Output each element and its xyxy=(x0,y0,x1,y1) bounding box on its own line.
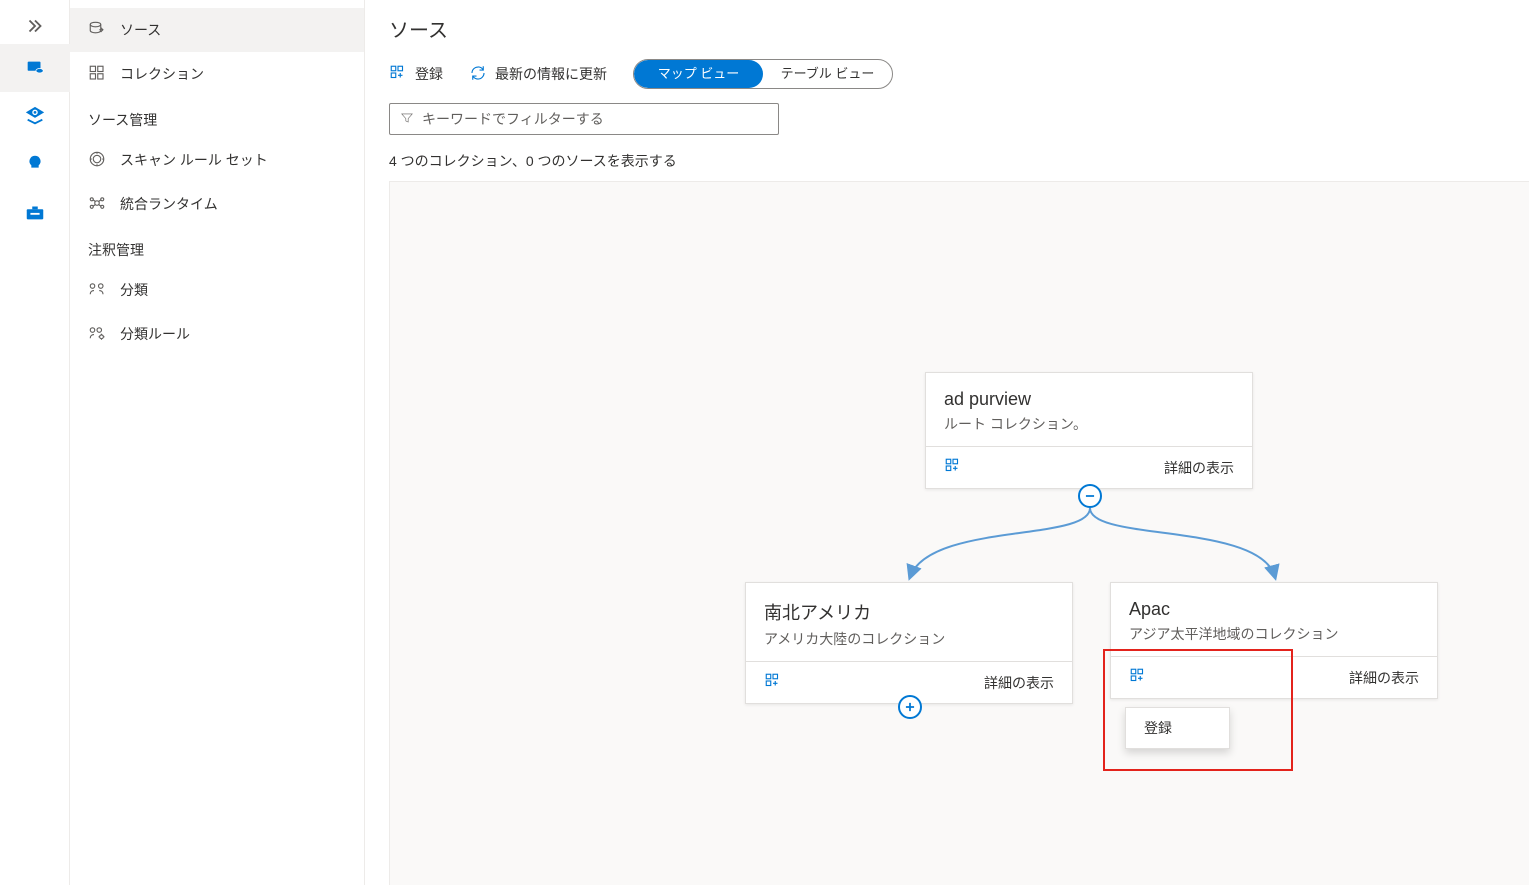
expand-node-button[interactable] xyxy=(898,695,922,719)
runtime-icon xyxy=(88,194,106,215)
collections-icon xyxy=(88,64,106,85)
target-icon xyxy=(88,150,106,171)
sidebar-item-label: 統合ランタイム xyxy=(120,194,218,214)
page-title: ソース xyxy=(389,14,1505,43)
sidebar-item-classification[interactable]: 分類 xyxy=(70,268,364,312)
node-title: Apac xyxy=(1129,599,1419,620)
table-view-toggle[interactable]: テーブル ビュー xyxy=(763,60,892,88)
sidebar-item-sources[interactable]: ソース xyxy=(70,8,364,52)
popup-label: 登録 xyxy=(1144,720,1172,736)
button-label: 登録 xyxy=(415,64,443,84)
classification-rules-icon xyxy=(88,324,106,345)
sidebar: ソース コレクション ソース管理 スキャン ルール セット 統合ランタイム 注釈… xyxy=(70,0,365,885)
classification-icon xyxy=(88,280,106,301)
collection-node-americas[interactable]: 南北アメリカ アメリカ大陸のコレクション 詳細の表示 xyxy=(745,582,1073,704)
node-subtitle: アメリカ大陸のコレクション xyxy=(764,629,1054,649)
filter-input[interactable]: キーワードでフィルターする xyxy=(389,103,779,135)
sidebar-item-integration-runtime[interactable]: 統合ランタイム xyxy=(70,182,364,226)
view-details-link[interactable]: 詳細の表示 xyxy=(1349,668,1419,688)
sidebar-item-label: 分類 xyxy=(120,280,148,300)
rail-insights-icon[interactable] xyxy=(0,140,70,188)
sidebar-section-annotation-mgmt: 注釈管理 xyxy=(70,226,364,268)
node-subtitle: ルート コレクション。 xyxy=(944,414,1234,434)
sidebar-item-classification-rules[interactable]: 分類ルール xyxy=(70,312,364,356)
sidebar-item-scan-rules[interactable]: スキャン ルール セット xyxy=(70,138,364,182)
node-subtitle: アジア太平洋地域のコレクション xyxy=(1129,624,1419,644)
button-label: 最新の情報に更新 xyxy=(495,64,607,84)
register-grid-icon[interactable] xyxy=(764,672,782,693)
map-view-toggle[interactable]: マップ ビュー xyxy=(634,60,763,88)
node-title: 南北アメリカ xyxy=(764,599,1054,625)
map-canvas[interactable]: ad purview ルート コレクション。 詳細の表示 xyxy=(389,181,1529,885)
register-grid-icon xyxy=(389,64,407,85)
view-toggle[interactable]: マップ ビュー テーブル ビュー xyxy=(633,59,893,89)
register-button[interactable]: 登録 xyxy=(389,64,443,85)
node-title: ad purview xyxy=(944,389,1234,410)
sidebar-item-label: 分類ルール xyxy=(120,324,190,344)
register-grid-icon[interactable] xyxy=(944,457,962,478)
expand-rail-button[interactable] xyxy=(0,8,70,44)
toolbar: 登録 最新の情報に更新 マップ ビュー テーブル ビュー xyxy=(365,51,1529,97)
rail-data-catalog-icon[interactable] xyxy=(0,92,70,140)
refresh-button[interactable]: 最新の情報に更新 xyxy=(469,64,607,85)
source-icon xyxy=(88,20,106,41)
filter-icon xyxy=(400,111,414,128)
filter-placeholder: キーワードでフィルターする xyxy=(422,109,604,129)
nav-rail xyxy=(0,0,70,885)
collection-node-apac[interactable]: Apac アジア太平洋地域のコレクション 詳細の表示 xyxy=(1110,582,1438,699)
collection-node-root[interactable]: ad purview ルート コレクション。 詳細の表示 xyxy=(925,372,1253,489)
rail-data-map-icon[interactable] xyxy=(0,44,70,92)
register-popup[interactable]: 登録 xyxy=(1125,707,1230,749)
refresh-icon xyxy=(469,64,487,85)
register-grid-icon[interactable] xyxy=(1129,667,1147,688)
view-details-link[interactable]: 詳細の表示 xyxy=(984,673,1054,693)
rail-management-icon[interactable] xyxy=(0,188,70,236)
sidebar-section-source-mgmt: ソース管理 xyxy=(70,96,364,138)
sidebar-item-collections[interactable]: コレクション xyxy=(70,52,364,96)
view-details-link[interactable]: 詳細の表示 xyxy=(1164,458,1234,478)
status-text: 4 つのコレクション、0 つのソースを表示する xyxy=(365,141,1529,181)
collapse-node-button[interactable] xyxy=(1078,484,1102,508)
main-content: ソース 登録 最新の情報に更新 マップ ビュー テーブル ビュー キーワードでフ… xyxy=(365,0,1529,885)
sidebar-item-label: コレクション xyxy=(120,64,204,84)
sidebar-item-label: ソース xyxy=(120,20,161,40)
sidebar-item-label: スキャン ルール セット xyxy=(120,150,268,170)
